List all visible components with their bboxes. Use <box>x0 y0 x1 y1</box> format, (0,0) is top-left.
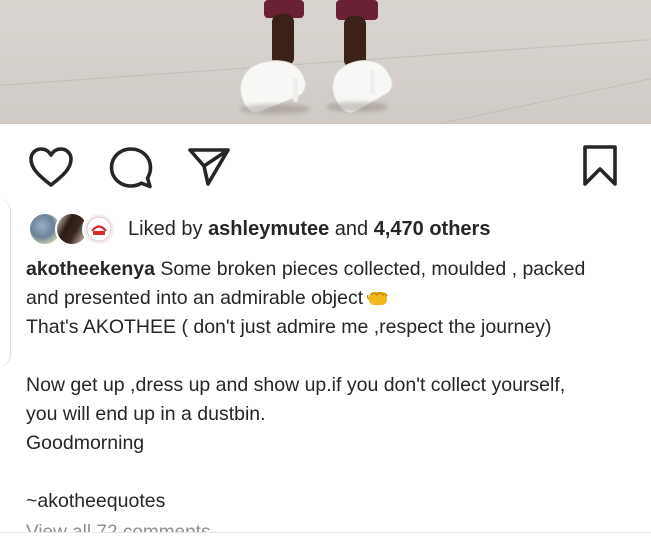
caption-line: akotheekenya Some broken pieces collecte… <box>26 255 636 284</box>
liked-by-and: and <box>329 217 374 240</box>
post-action-bar <box>0 124 651 208</box>
pavement-line <box>0 39 651 86</box>
liked-by-username[interactable]: ashleymutee <box>208 218 329 240</box>
liker-avatars[interactable] <box>28 212 116 246</box>
avatar[interactable] <box>82 212 116 246</box>
caption-username[interactable]: akotheekenya <box>26 258 155 280</box>
ankle-left <box>272 14 294 66</box>
heart-icon[interactable] <box>28 146 74 188</box>
raised-fist-emoji-icon <box>367 292 388 305</box>
liked-by-label: Liked by <box>128 217 209 240</box>
bookmark-icon[interactable] <box>580 144 620 188</box>
caption-line: and presented into an admirable object <box>26 284 636 313</box>
post-caption: akotheekenya Some broken pieces collecte… <box>26 255 636 516</box>
shoe-shadow <box>326 102 388 112</box>
brand-logo-icon <box>86 216 112 242</box>
divider <box>0 532 651 533</box>
caption-text: Some broken pieces collected, moulded , … <box>155 258 586 280</box>
shoe-shadow <box>240 104 310 114</box>
side-panel-edge <box>0 198 11 368</box>
paper-plane-icon[interactable] <box>186 146 232 188</box>
caption-text: ~akotheequotes <box>26 490 166 512</box>
heel-right <box>370 70 375 94</box>
pavement-line <box>383 72 651 124</box>
caption-text: you will end up in a dustbin. <box>26 403 266 425</box>
likes-count[interactable]: 4,470 others <box>374 218 491 240</box>
caption-text: Now get up ,dress up and show up.if you … <box>26 374 566 396</box>
post-photo[interactable] <box>0 0 651 124</box>
caption-text: Goodmorning <box>26 432 145 454</box>
heel-left <box>293 78 298 102</box>
comment-bubble-icon[interactable] <box>108 146 154 190</box>
caption-text: and presented into an admirable object <box>26 287 364 309</box>
liked-by-row[interactable]: Liked by ashleymutee and 4,470 others <box>28 210 490 248</box>
liked-by-text: Liked by ashleymutee and 4,470 others <box>128 218 490 241</box>
view-comments-link[interactable]: View all 72 comments <box>26 522 210 532</box>
caption-text: That's AKOTHEE ( don't just admire me ,r… <box>26 316 552 338</box>
